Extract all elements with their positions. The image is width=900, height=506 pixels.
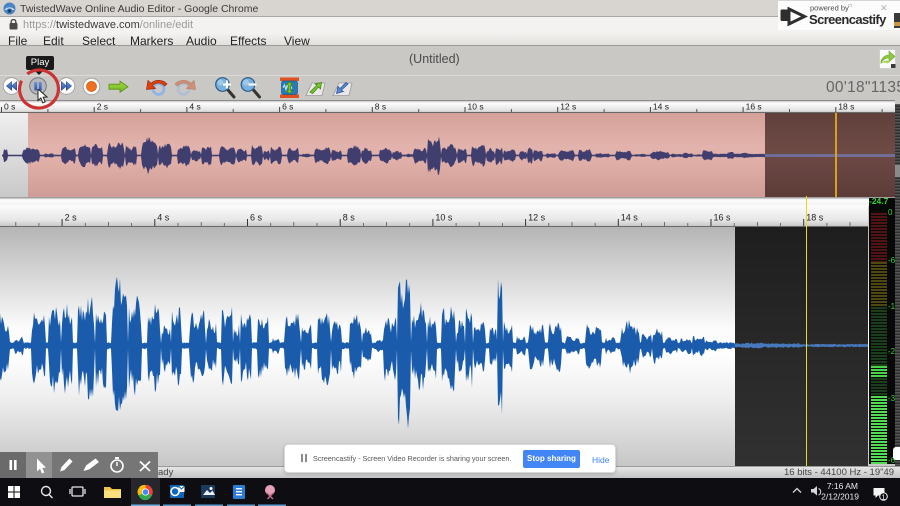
svg-text:7:16 AM: 7:16 AM: [827, 481, 858, 491]
svg-text:8 s: 8 s: [375, 102, 386, 112]
svg-text:2 s: 2 s: [97, 102, 108, 112]
svg-text:16 s: 16 s: [714, 213, 732, 223]
svg-text:10 s: 10 s: [435, 213, 453, 223]
svg-text:6 s: 6 s: [250, 213, 263, 223]
svg-text:16 s: 16 s: [746, 102, 762, 112]
svg-text:18 s: 18 s: [838, 102, 854, 112]
svg-text:2/12/2019: 2/12/2019: [821, 492, 859, 502]
svg-text:2 s: 2 s: [65, 213, 78, 223]
svg-text:8 s: 8 s: [343, 213, 356, 223]
svg-text:12 s: 12 s: [528, 213, 546, 223]
svg-text:10 s: 10 s: [468, 102, 484, 112]
svg-text:6 s: 6 s: [282, 102, 293, 112]
svg-text:1: 1: [882, 494, 886, 501]
svg-text:4 s: 4 s: [157, 213, 170, 223]
svg-text:14 s: 14 s: [621, 213, 639, 223]
svg-text:12 s: 12 s: [560, 102, 576, 112]
svg-text:4 s: 4 s: [189, 102, 200, 112]
svg-text:18 s: 18 s: [806, 213, 824, 223]
svg-text:14 s: 14 s: [653, 102, 669, 112]
